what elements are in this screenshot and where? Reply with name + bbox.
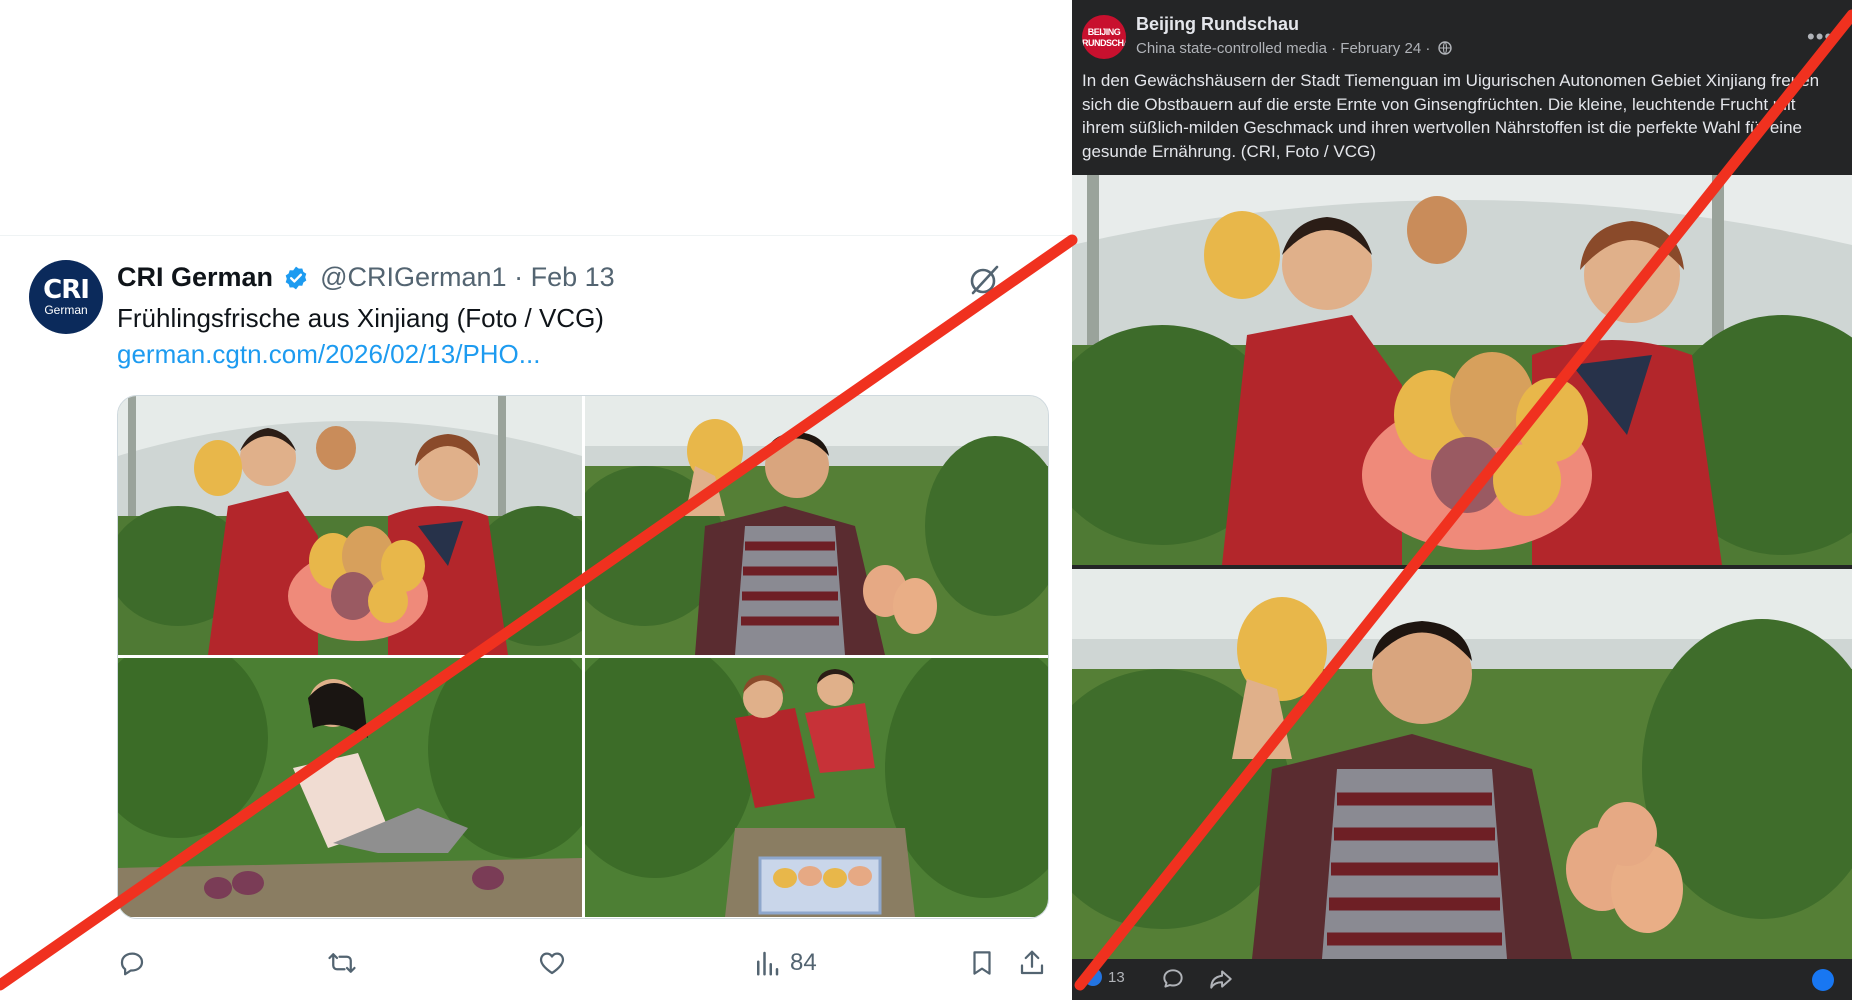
reaction-summary[interactable]: 13 [1084,968,1125,986]
photo-women-with-basket[interactable] [118,396,582,655]
post-date[interactable]: February 24 [1340,40,1421,57]
globe-icon [1437,41,1452,55]
tweet-media-grid [117,395,1049,919]
photo-woman-crouching[interactable] [118,658,582,917]
like-icon[interactable] [1812,969,1834,991]
share-button[interactable] [1017,945,1047,981]
views-count: 84 [790,949,817,976]
reply-icon [120,952,144,976]
retweet-icon [328,953,356,973]
state-media-label: China state-controlled media [1136,40,1327,57]
reaction-count: 13 [1108,968,1125,986]
share-icon [1020,950,1044,975]
photo-women-with-basket[interactable] [1072,175,1852,565]
bookmark-icon [973,951,991,975]
separator-dot: · [514,262,524,292]
tweet-text: Frühlingsfrische aus Xinjiang (Foto / VC… [117,303,604,333]
author-name[interactable]: CRI German [117,262,273,292]
tweet-panel: CRI German CRI German @CRIGerman1 · Feb … [0,0,1072,1000]
reaction-like-icon [1084,968,1102,986]
share-icon[interactable] [1208,966,1234,992]
comment-icon[interactable] [1160,966,1186,992]
retweet-button[interactable] [327,945,357,981]
page-name[interactable]: Beijing Rundschau [1136,14,1299,35]
facebook-post-panel: BEIJING RUNDSCHAU Beijing Rundschau Chin… [1072,0,1852,1000]
tweet-action-bar: 84 [117,945,1047,981]
post-footer: 13 [1072,960,1852,1000]
bookmark-button[interactable] [967,945,997,981]
avatar-logo-sub: German [44,303,88,317]
grok-icon[interactable] [967,263,1001,297]
post-text: In den Gewächshäusern der Stadt Tiemengu… [1082,71,1820,161]
photo-women-with-crate[interactable] [585,658,1048,917]
meta-separator: · [1425,40,1435,57]
page-avatar[interactable]: BEIJING RUNDSCHAU [1082,15,1126,59]
author-handle[interactable]: @CRIGerman1 [320,262,506,292]
like-button[interactable] [537,945,567,981]
more-icon[interactable]: ••• [1807,24,1833,50]
avatar-logo: BEIJING RUNDSCHAU [1082,27,1126,48]
avatar[interactable]: CRI German [29,260,103,334]
photo-man-holding-fruit[interactable] [1072,569,1852,959]
views-button[interactable]: 84 [752,945,817,981]
meta-separator: · [1331,40,1341,57]
views-icon [757,951,779,976]
like-icon [539,952,565,975]
post-date[interactable]: Feb 13 [531,262,615,292]
reply-button[interactable] [117,945,147,981]
verified-icon [283,265,309,298]
tweet-link[interactable]: german.cgtn.com/2026/02/13/PHO... [117,339,540,370]
tweet-header: CRI German @CRIGerman1 · Feb 13 [117,262,615,298]
photo-man-holding-fruit[interactable] [585,396,1048,655]
avatar-logo: CRI [43,275,90,305]
post-meta: China state-controlled media · February … [1136,40,1452,57]
divider [0,235,1072,236]
